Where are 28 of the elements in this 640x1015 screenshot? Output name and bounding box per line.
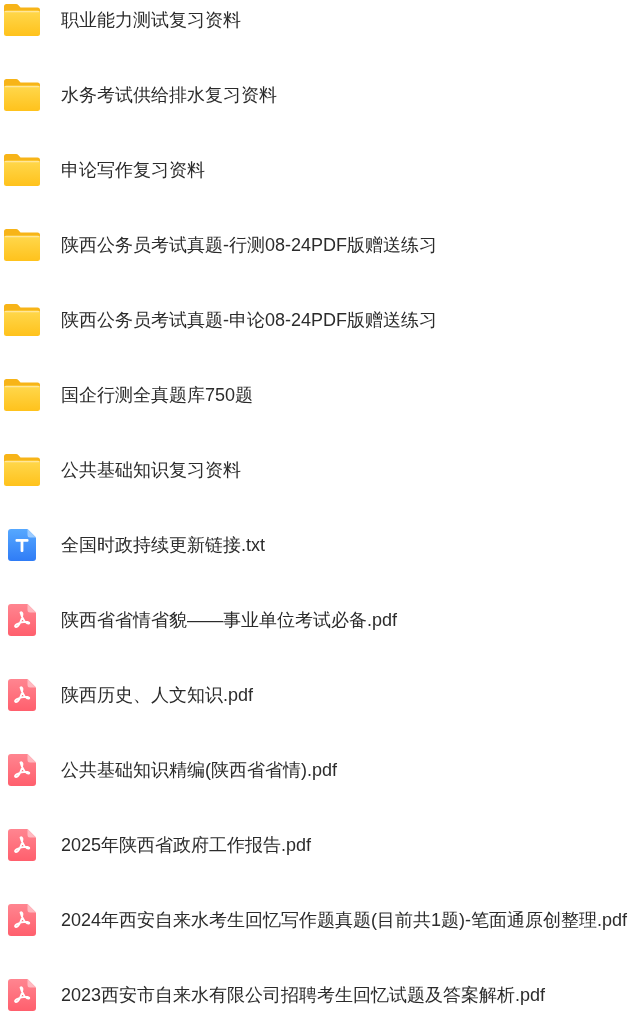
folder-icon (4, 79, 40, 111)
folder-icon (4, 4, 40, 36)
text-file-icon (8, 529, 36, 561)
folder-name[interactable]: 水务考试供给排水复习资料 (61, 83, 277, 107)
file-name[interactable]: 陕西历史、人文知识.pdf (61, 683, 254, 707)
pdf-file-icon (8, 679, 36, 711)
file-name[interactable]: 2024年西安自来水考生回忆写作题真题(目前共1题)-笔面通原创整理.pdf (61, 908, 628, 932)
file-name[interactable]: 2025年陕西省政府工作报告.pdf (61, 833, 312, 857)
folder-name[interactable]: 国企行测全真题库750题 (61, 383, 254, 407)
folder-name[interactable]: 职业能力测试复习资料 (61, 8, 241, 32)
folder-name[interactable]: 陕西公务员考试真题-申论08-24PDF版赠送练习 (61, 308, 438, 332)
file-name[interactable]: 陕西省省情省貌——事业单位考试必备.pdf (61, 608, 398, 632)
folder-icon (4, 454, 40, 486)
folder-icon (4, 304, 40, 336)
pdf-file-icon (8, 979, 36, 1011)
folder-name[interactable]: 陕西公务员考试真题-行测08-24PDF版赠送练习 (61, 233, 438, 257)
file-name[interactable]: 公共基础知识精编(陕西省省情).pdf (61, 758, 337, 782)
file-name[interactable]: 全国时政持续更新链接.txt (61, 533, 265, 557)
folder-name[interactable]: 公共基础知识复习资料 (61, 458, 241, 482)
folder-icon (4, 154, 40, 186)
folder-name[interactable]: 申论写作复习资料 (61, 158, 205, 182)
pdf-file-icon (8, 754, 36, 786)
pdf-file-icon (8, 604, 36, 636)
file-name[interactable]: 2023西安市自来水有限公司招聘考生回忆试题及答案解析.pdf (61, 983, 546, 1007)
folder-icon (4, 379, 40, 411)
pdf-file-icon (8, 829, 36, 861)
pdf-file-icon (8, 904, 36, 936)
folder-icon (4, 229, 40, 261)
